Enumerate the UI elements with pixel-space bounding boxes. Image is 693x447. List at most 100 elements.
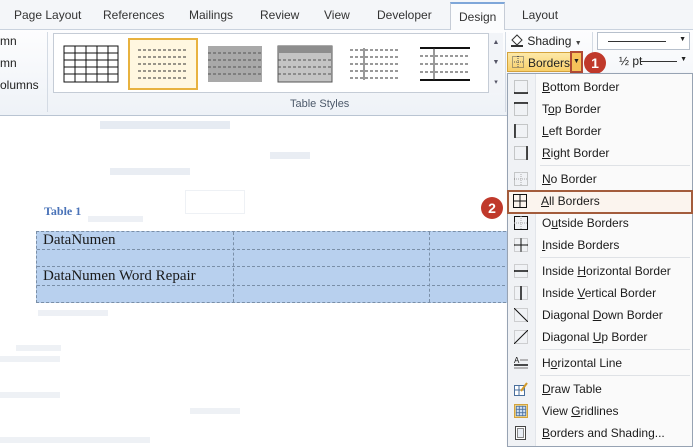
menu-separator [540,375,690,376]
tab-mailings[interactable]: Mailings [189,8,233,22]
menu-item-label: No Border [542,172,597,186]
outside-borders-icon [514,216,528,230]
table-gridline [429,232,430,302]
pen-style-select[interactable]: ▼ [597,32,690,50]
tab-page-layout[interactable]: Page Layout [14,8,81,22]
callout-1-badge: 1 [584,52,606,74]
all-borders-icon [513,194,527,208]
tab-view[interactable]: View [324,8,350,22]
menu-item-left-border[interactable]: Left Border [508,120,692,142]
shading-label: Shading [527,34,572,48]
inside-horizontal-border-icon [514,264,528,278]
diagonal-down-border-icon [514,308,528,322]
option-label-3[interactable]: olumns [0,78,39,92]
menu-item-draw-table[interactable]: Draw Table [508,378,692,400]
faded-text [0,392,60,398]
menu-item-all-borders[interactable]: All Borders [507,190,693,214]
table-style-shaded[interactable] [204,40,266,88]
menu-separator [540,165,690,166]
table-gridline [233,232,234,302]
borders-label: Borders [528,56,571,70]
table-style-grid[interactable] [60,40,122,88]
menu-item-top-border[interactable]: Top Border [508,98,692,120]
menu-item-horizontal-line[interactable]: A Horizontal Line [508,352,692,374]
pen-weight-select[interactable]: ½ pt ▼ [597,53,690,71]
menu-item-label: Top Border [542,102,601,116]
table-cell-text[interactable]: DataNumen [43,232,115,249]
gallery-up-icon[interactable]: ▲ [489,33,503,53]
faded-text [38,310,108,316]
menu-item-no-border[interactable]: No Border [508,168,692,190]
pen-weight-value: ½ pt [619,54,643,68]
callout-2-badge: 2 [481,197,503,219]
horizontal-line-icon: A [514,356,528,369]
table-style-plain-selected[interactable] [128,38,198,90]
option-label-2[interactable]: mn [0,56,17,70]
menu-item-diagonal-up-border[interactable]: Diagonal Up Border [508,326,692,348]
menu-item-borders-and-shading[interactable]: Borders and Shading... [508,422,692,444]
svg-text:A: A [514,356,520,365]
faded-text [16,345,61,351]
table-gridline [37,266,510,267]
menu-item-view-gridlines[interactable]: View Gridlines [508,400,692,422]
menu-item-inside-borders[interactable]: Inside Borders [508,234,692,256]
gallery-more-icon[interactable]: ▾ [489,73,503,93]
inside-vertical-border-icon [514,286,528,300]
bottom-border-icon [514,80,528,94]
table-caption: Table 1 [44,204,82,218]
faded-text [110,168,190,175]
shading-dropdown-icon[interactable]: ▼ [575,40,582,47]
table-styles-group-label: Table Styles [290,98,350,110]
table-style-shaded-grid[interactable] [274,40,336,88]
borders-dropdown-arrow-icon[interactable]: ▼ [570,51,583,73]
draw-table-icon [514,382,528,396]
pen-weight-line [641,61,677,62]
view-gridlines-icon [514,404,528,418]
menu-item-inside-horizontal-border[interactable]: Inside Horizontal Border [508,260,692,282]
ribbon-tab-bar: Page Layout References Mailings Review V… [0,0,693,31]
faded-text [0,437,150,443]
menu-item-label: Diagonal Down Border [542,308,663,322]
diagonal-up-border-icon [514,330,528,344]
option-label-1[interactable]: mn [0,34,17,48]
menu-item-diagonal-down-border[interactable]: Diagonal Down Border [508,304,692,326]
menu-item-label: Right Border [542,146,610,160]
pen-weight-dropdown-icon[interactable]: ▼ [680,56,687,63]
menu-item-outside-borders[interactable]: Outside Borders [508,212,692,234]
gallery-scrollbar[interactable]: ▲ ▼ ▾ [488,33,503,93]
menu-item-label: View Gridlines [542,404,619,418]
menu-item-label: Left Border [542,124,602,138]
gallery-down-icon[interactable]: ▼ [489,53,503,73]
faded-text [88,216,143,222]
faded-text [190,408,240,414]
table-gridline [37,249,510,250]
ribbon-divider [505,32,506,112]
no-border-icon [514,172,528,186]
tab-layout[interactable]: Layout [522,8,558,22]
menu-item-label: Inside Borders [542,238,620,252]
faded-text [270,152,310,159]
menu-item-right-border[interactable]: Right Border [508,142,692,164]
faded-text [0,356,60,362]
faded-text [100,121,230,129]
document-table[interactable]: DataNumen DataNumen Word Repair [36,231,511,303]
pen-style-dropdown-icon[interactable]: ▼ [679,36,686,43]
tab-review[interactable]: Review [260,8,299,22]
shading-button[interactable]: Shading ▼ [510,33,582,51]
table-cell-text[interactable]: DataNumen Word Repair [43,268,196,285]
tab-design[interactable]: Design [450,2,506,31]
menu-item-label: Inside Horizontal Border [542,264,671,278]
borders-grid-icon [512,56,524,68]
table-styles-gallery[interactable] [53,33,503,93]
left-border-icon [514,124,528,138]
right-border-icon [514,146,528,160]
tab-references[interactable]: References [103,8,164,22]
menu-item-inside-vertical-border[interactable]: Inside Vertical Border [508,282,692,304]
table-style-lines[interactable] [344,40,406,88]
menu-item-label: Horizontal Line [542,356,623,370]
table-style-bold-lines[interactable] [414,40,476,88]
tab-developer[interactable]: Developer [377,8,432,22]
menu-item-label: Bottom Border [542,80,620,94]
borders-dropdown-menu: Bottom Border Top Border Left Border Rig… [507,73,693,447]
menu-item-bottom-border[interactable]: Bottom Border [508,76,692,98]
